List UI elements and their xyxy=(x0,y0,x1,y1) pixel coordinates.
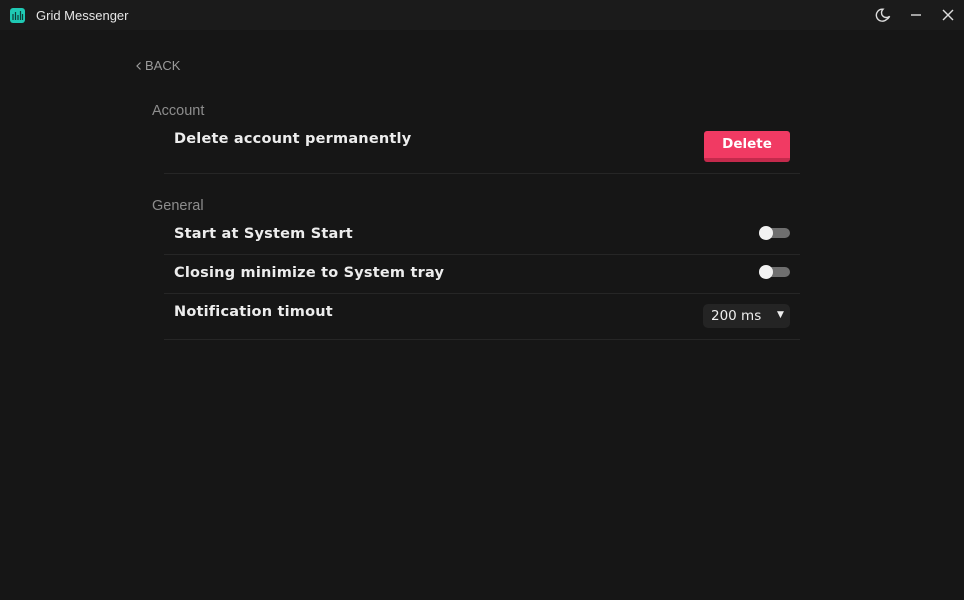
section-title-account: Account xyxy=(152,103,205,119)
start-at-system-start-label: Start at System Start xyxy=(174,226,353,242)
notification-timeout-value: 200 ms xyxy=(711,308,762,324)
delete-account-label: Delete account permanently xyxy=(174,131,412,147)
section-title-general: General xyxy=(152,198,204,214)
closing-minimize-toggle[interactable] xyxy=(759,265,790,279)
back-label: BACK xyxy=(145,58,181,73)
title-bar: Grid Messenger xyxy=(0,0,964,30)
divider xyxy=(164,254,800,255)
notification-timeout-select[interactable]: 200 ms ▼ xyxy=(703,304,790,328)
back-button[interactable]: BACK xyxy=(135,58,180,73)
divider xyxy=(164,293,800,294)
app-logo-icon xyxy=(10,8,25,23)
closing-minimize-label: Closing minimize to System tray xyxy=(174,265,445,281)
notification-timeout-label: Notification timout xyxy=(174,304,333,320)
close-button[interactable] xyxy=(939,6,957,24)
divider xyxy=(164,339,800,340)
delete-account-button[interactable]: Delete xyxy=(704,131,790,162)
dropdown-arrow-icon: ▼ xyxy=(777,310,784,320)
minimize-icon xyxy=(911,14,921,16)
toggle-knob xyxy=(759,265,773,279)
chevron-left-icon xyxy=(136,61,141,70)
close-icon xyxy=(942,9,954,21)
minimize-button[interactable] xyxy=(907,6,925,24)
app-title: Grid Messenger xyxy=(36,8,129,23)
theme-toggle-button[interactable] xyxy=(875,6,893,24)
start-at-system-start-toggle[interactable] xyxy=(759,226,790,240)
toggle-knob xyxy=(759,226,773,240)
moon-icon xyxy=(875,8,891,22)
divider xyxy=(164,173,800,174)
